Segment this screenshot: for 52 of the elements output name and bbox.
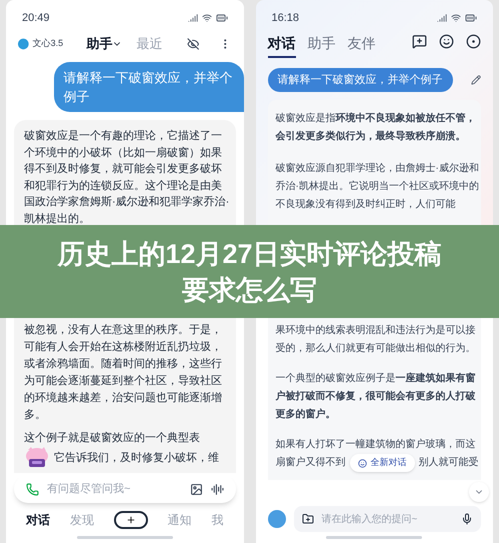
signal-icon: [188, 13, 198, 23]
status-time: 16:18: [272, 10, 300, 26]
status-time: 20:49: [22, 10, 50, 26]
nav-tab[interactable]: 我: [212, 511, 224, 529]
signal-icon: [437, 13, 447, 23]
header-tab[interactable]: 最近: [136, 34, 183, 54]
battery-icon: [465, 12, 477, 24]
nav-tab[interactable]: 发现: [70, 511, 94, 529]
new-chat-icon[interactable]: [412, 34, 427, 49]
model-name: 文心3.5: [32, 37, 64, 50]
battery-icon: [216, 12, 228, 24]
answer-paragraph: 它告诉我们，及时修复小破坏，维: [54, 450, 219, 466]
nav-tab[interactable]: 对话: [26, 511, 50, 529]
edit-icon[interactable]: [471, 75, 481, 85]
answer-paragraph: 这个例子就是破窗效应的一个典型表: [24, 430, 201, 446]
banner-title: 历史上的12月27日实时评论投稿要求怎么写: [56, 238, 443, 306]
input-placeholder: 有问题尽管问我~: [47, 482, 130, 497]
wifi-icon: [451, 13, 461, 23]
header-tab[interactable]: 助手: [86, 34, 133, 54]
answer-paragraph: 破窗效应源自犯罪学理论，由詹姆士·威尔逊和乔治·凯林提出。它说明当一个社区或环境中的不良现象没有得到及时纠正时，人们可能: [276, 162, 480, 212]
logo-icon: [18, 38, 29, 50]
new-chat-button[interactable]: 全新对话: [350, 454, 414, 472]
user-message: 请解释一下破窗效应，并举个例子: [268, 68, 452, 92]
answer-paragraph: 破窗效应是一个有趣的理论，它描述了一个环境中的小破坏（比如一扇破窗）如果得不到及时修复，就可能会引发更多破坏和犯罪行为的连锁反应。这个理论是由美国政治学家詹姆斯·威尔逊和犯罪学家乔治·凯林提出的。: [24, 128, 230, 226]
question-input[interactable]: 请在此输入您的提问~: [294, 506, 481, 532]
mascot-icon: [24, 447, 50, 469]
answer-paragraph: 果环境中的线索表明混乱和违法行为是可以接受的，那么人们就更有可能做出相似的行为。: [276, 324, 476, 356]
answer-text: 别人就可能受: [418, 456, 478, 470]
wifi-icon: [202, 13, 212, 23]
add-button[interactable]: [114, 511, 148, 529]
eye-off-icon[interactable]: [186, 37, 200, 51]
header-tab[interactable]: 对话: [268, 34, 296, 58]
answer-paragraph: 被忽视，没有人在意这里的秩序。于是，可能有人会开始在这栋楼附近乱扔垃圾，或者涂鸦墙面。随着时间的推移，这些行为可能会逐渐蔓延到整个社区，导致社区的环境越来越差，治安问题也可能逐渐增多。: [24, 322, 223, 423]
voice-icon[interactable]: [210, 482, 224, 496]
nav-tab[interactable]: 通知: [168, 511, 192, 529]
header-tab[interactable]: 助手: [308, 34, 336, 56]
plus-icon: [126, 515, 136, 525]
image-icon[interactable]: [190, 482, 202, 496]
answer-paragraph: 破窗效应是指环境中不良现象如被放任不管，会引发更多类似行为，最终导致秩序崩溃。: [276, 111, 476, 144]
answer-text: 扇窗户又得不到: [276, 456, 346, 470]
face-icon[interactable]: [439, 34, 454, 49]
mic-icon[interactable]: [461, 513, 473, 525]
phone-icon[interactable]: [26, 482, 39, 496]
message-input[interactable]: 有问题尽管问我~: [14, 475, 236, 503]
folder-plus-icon[interactable]: [302, 513, 314, 525]
chat-icon: [358, 458, 366, 468]
answer-paragraph: 如果有人打坏了一幢建筑物的窗户玻璃，而这: [276, 438, 476, 452]
header-tab[interactable]: 友伴: [348, 34, 376, 56]
avatar-icon[interactable]: [268, 510, 286, 528]
user-message: 请解释一下破窗效应，并举个例子: [54, 62, 244, 112]
input-placeholder: 请在此输入您的提问~: [322, 512, 418, 526]
answer-paragraph: 一个典型的破窗效应例子是一座建筑如果有窗户被打破而不修复，很可能会有更多的人打破更多的窗户。: [276, 371, 476, 422]
